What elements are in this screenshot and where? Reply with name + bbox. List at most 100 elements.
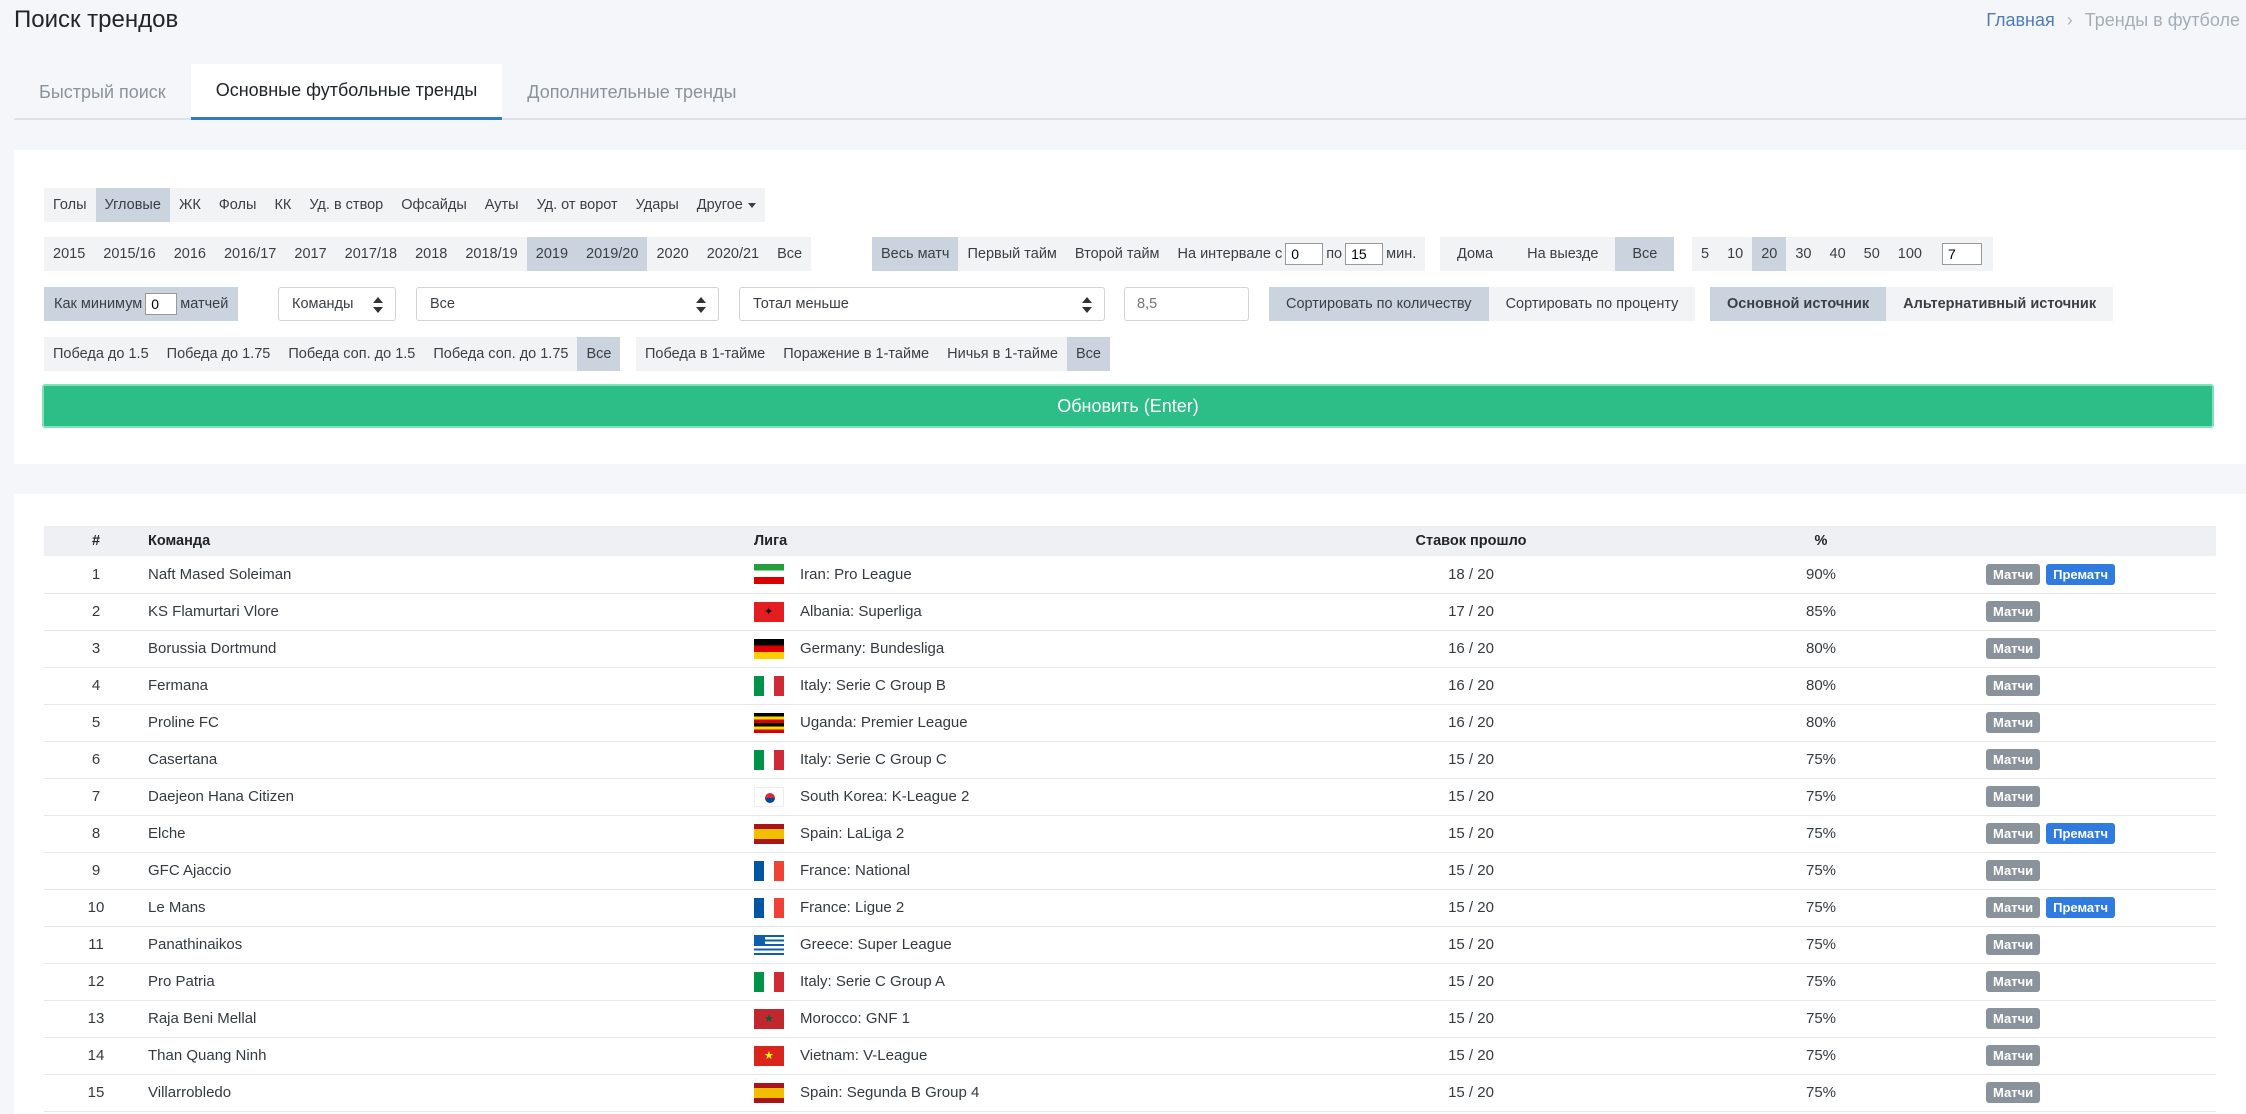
season-button[interactable]: 2017 bbox=[285, 237, 335, 271]
trends-table: # Команда Лига Ставок прошло % 1 Naft Mas… bbox=[44, 526, 2216, 1112]
prematch-button[interactable]: Прематч bbox=[2046, 897, 2116, 918]
matches-button[interactable]: Матчи bbox=[1986, 749, 2041, 770]
stat-yellow-cards-button[interactable]: ЖК bbox=[170, 188, 210, 222]
stat-offsides-button[interactable]: Офсайды bbox=[392, 188, 476, 222]
table-row: 4 Fermana Italy: Serie C Group B 16 / 20 80%… bbox=[44, 667, 2216, 704]
league-name: Iran: Pro League bbox=[800, 565, 912, 583]
matches-button[interactable]: Матчи bbox=[1986, 1082, 2041, 1103]
tab-main-trends[interactable]: Основные футбольные тренды bbox=[190, 64, 503, 120]
season-button[interactable]: 2017/18 bbox=[336, 237, 406, 271]
matches-button[interactable]: Матчи bbox=[1986, 638, 2041, 659]
season-all-button[interactable]: Все bbox=[768, 237, 811, 271]
period-second-half-button[interactable]: Второй тайм bbox=[1066, 237, 1169, 271]
stat-goals-button[interactable]: Голы bbox=[44, 188, 96, 222]
handicap-button[interactable]: Победа соп. до 1.5 bbox=[279, 337, 424, 371]
row-number: 12 bbox=[87, 973, 105, 990]
matches-button[interactable]: Матчи bbox=[1986, 563, 2041, 585]
bets-passed: 15 / 20 bbox=[1448, 899, 1494, 916]
matches-button[interactable]: Матчи bbox=[1986, 971, 2041, 992]
actions-cell: Матчи bbox=[1986, 630, 2216, 667]
matches-button[interactable]: Матчи bbox=[1986, 1045, 2041, 1066]
season-button[interactable]: 2020 bbox=[647, 237, 697, 271]
period-first-half-button[interactable]: Первый тайм bbox=[958, 237, 1065, 271]
season-button[interactable]: 2015/16 bbox=[94, 237, 164, 271]
bets-passed: 15 / 20 bbox=[1448, 788, 1494, 805]
source-alt-button[interactable]: Альтернативный источник bbox=[1886, 287, 2113, 321]
sort-by-percent-button[interactable]: Сортировать по проценту bbox=[1489, 287, 1696, 321]
first-half-all-button[interactable]: Все bbox=[1067, 337, 1110, 371]
col-header-percent[interactable]: % bbox=[1656, 526, 1986, 556]
handicap-button[interactable]: Победа до 1.75 bbox=[158, 337, 280, 371]
min-matches-input[interactable] bbox=[145, 293, 178, 315]
matches-button[interactable]: Матчи bbox=[1986, 712, 2041, 733]
venue-away-button[interactable]: На выезде bbox=[1510, 237, 1615, 271]
interval-from-input[interactable] bbox=[1285, 243, 1324, 265]
handicap-button[interactable]: Победа соп. до 1.75 bbox=[424, 337, 577, 371]
stat-throw-ins-button[interactable]: Ауты bbox=[476, 188, 528, 222]
stat-shots-button[interactable]: Удары bbox=[627, 188, 688, 222]
matches-button[interactable]: Матчи bbox=[1986, 860, 2041, 881]
league-cell: Spain: Segunda B Group 4 bbox=[754, 1074, 1286, 1111]
tab-additional-trends[interactable]: Дополнительные тренды bbox=[502, 64, 761, 120]
source-main-button[interactable]: Основной источник bbox=[1710, 287, 1887, 321]
scope-select[interactable]: Все bbox=[416, 287, 719, 321]
season-button[interactable]: 2015 bbox=[44, 237, 94, 271]
row-number: 5 bbox=[91, 714, 101, 731]
matches-button[interactable]: Матчи bbox=[1986, 786, 2041, 807]
vietnam-flag-icon: ★ bbox=[754, 1045, 784, 1066]
handicap-button[interactable]: Победа до 1.5 bbox=[44, 337, 158, 371]
matches-button[interactable]: Матчи bbox=[1986, 934, 2041, 955]
bet-type-select[interactable]: Тотал меньше bbox=[739, 287, 1105, 321]
stat-red-cards-button[interactable]: КК bbox=[265, 188, 300, 222]
col-header-bets[interactable]: Ставок прошло bbox=[1286, 526, 1656, 556]
matches-button[interactable]: Матчи bbox=[1986, 1008, 2041, 1029]
count-button[interactable]: 10 bbox=[1718, 237, 1752, 271]
matches-button[interactable]: Матчи bbox=[1986, 897, 2041, 918]
stat-other-dropdown[interactable]: Другое bbox=[688, 188, 765, 222]
period-full-match-button[interactable]: Весь матч bbox=[872, 237, 959, 271]
stat-corners-button[interactable]: Угловые bbox=[95, 188, 170, 222]
line-value-input[interactable] bbox=[1124, 287, 1249, 321]
count-custom-wrap bbox=[1931, 237, 1993, 271]
count-button[interactable]: 40 bbox=[1821, 237, 1855, 271]
season-button[interactable]: 2018/19 bbox=[456, 237, 526, 271]
update-button[interactable]: Обновить (Enter) bbox=[42, 384, 2214, 428]
first-half-draw-button[interactable]: Ничья в 1-тайме bbox=[938, 337, 1067, 371]
season-button[interactable]: 2020/21 bbox=[698, 237, 768, 271]
percent-value: 85% bbox=[1805, 603, 1837, 620]
venue-home-button[interactable]: Дома bbox=[1440, 237, 1510, 271]
handicap-all-button[interactable]: Все bbox=[577, 337, 621, 371]
season-button[interactable]: 2019/20 bbox=[577, 237, 648, 271]
count-button[interactable]: 5 bbox=[1692, 237, 1718, 271]
first-half-loss-button[interactable]: Поражение в 1-тайме bbox=[774, 337, 938, 371]
col-header-league[interactable]: Лига bbox=[754, 526, 1286, 556]
matches-button[interactable]: Матчи bbox=[1986, 601, 2041, 622]
stat-goal-kicks-button[interactable]: Уд. от ворот bbox=[528, 188, 627, 222]
count-button[interactable]: 100 bbox=[1889, 237, 1931, 271]
matches-button[interactable]: Матчи bbox=[1986, 675, 2041, 696]
korea-flag-icon bbox=[754, 786, 784, 807]
count-button[interactable]: 30 bbox=[1786, 237, 1820, 271]
entity-select[interactable]: Команды bbox=[278, 287, 396, 321]
stat-shots-on-target-button[interactable]: Уд. в створ bbox=[300, 188, 392, 222]
season-button[interactable]: 2019 bbox=[526, 237, 578, 271]
matches-button[interactable]: Матчи bbox=[1986, 823, 2041, 844]
count-button[interactable]: 50 bbox=[1855, 237, 1889, 271]
first-half-win-button[interactable]: Победа в 1-тайме bbox=[636, 337, 774, 371]
interval-to-input[interactable] bbox=[1345, 243, 1384, 265]
breadcrumb-home-link[interactable]: Главная bbox=[1986, 10, 2055, 31]
prematch-button[interactable]: Прематч bbox=[2046, 563, 2116, 585]
col-header-number: # bbox=[91, 533, 101, 549]
tab-quick-search[interactable]: Быстрый поиск bbox=[14, 64, 191, 120]
count-custom-input[interactable] bbox=[1941, 243, 1982, 265]
col-header-team[interactable]: Команда bbox=[148, 526, 754, 556]
prematch-button[interactable]: Прематч bbox=[2046, 823, 2116, 844]
season-button[interactable]: 2016/17 bbox=[215, 237, 285, 271]
stat-fouls-button[interactable]: Фолы bbox=[210, 188, 266, 222]
season-button[interactable]: 2018 bbox=[406, 237, 456, 271]
venue-all-button[interactable]: Все bbox=[1615, 237, 1675, 271]
season-button[interactable]: 2016 bbox=[165, 237, 215, 271]
bets-passed: 18 / 20 bbox=[1448, 565, 1494, 583]
count-button[interactable]: 20 bbox=[1752, 237, 1787, 271]
sort-by-count-button[interactable]: Сортировать по количеству bbox=[1269, 287, 1489, 321]
